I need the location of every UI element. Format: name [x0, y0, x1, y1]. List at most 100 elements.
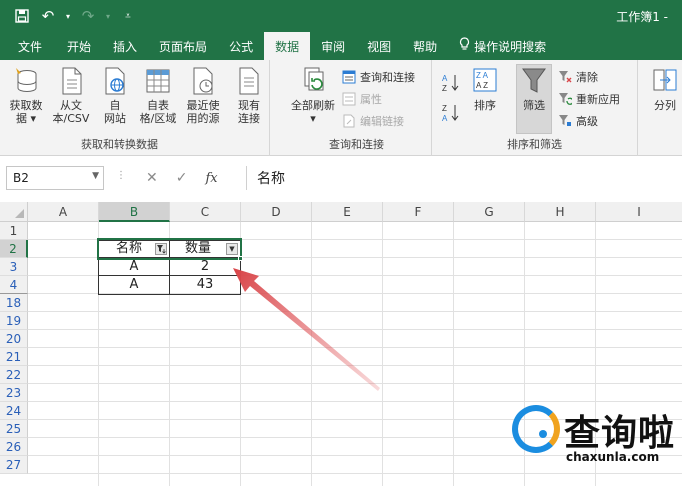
insert-function-icon[interactable]: fx: [205, 171, 217, 186]
row-header-18[interactable]: 18: [0, 294, 28, 312]
queries-icon: [342, 70, 356, 84]
clear-button[interactable]: 清除: [558, 68, 598, 86]
tab-home[interactable]: 开始: [56, 32, 102, 60]
group-label-queries: 查询和连接: [329, 138, 384, 151]
get-data-button[interactable]: 获取数 据 ▾: [6, 66, 46, 125]
svg-text:A: A: [442, 74, 448, 83]
column-header-e[interactable]: E: [312, 202, 383, 222]
column-header-i[interactable]: I: [596, 202, 682, 222]
title-bar: ↶ ▾ ↷ ▾ ⩡ 工作簿1 -: [0, 0, 682, 32]
row-header-3[interactable]: 3: [0, 258, 28, 276]
sort-za-icon: ZA: [442, 104, 459, 123]
column-header-b[interactable]: B: [99, 202, 170, 222]
text-to-columns-button[interactable]: 分列: [648, 66, 682, 112]
cancel-icon[interactable]: ✕: [146, 170, 158, 186]
ribbon-tabs: 文件 开始 插入 页面布局 公式 数据 审阅 视图 帮助 操作说明搜索: [0, 32, 682, 60]
fill-handle[interactable]: [238, 256, 243, 261]
clear-filter-icon: [559, 71, 572, 83]
group-label-get-transform: 获取和转换数据: [81, 138, 158, 151]
gridline: [453, 222, 454, 486]
column-header-f[interactable]: F: [383, 202, 454, 222]
reapply-button[interactable]: 重新应用: [558, 90, 620, 108]
tab-insert[interactable]: 插入: [102, 32, 148, 60]
table-icon: [146, 69, 170, 93]
name-box[interactable]: B2 ▼: [6, 166, 104, 190]
tab-data[interactable]: 数据: [264, 32, 311, 60]
table-cell[interactable]: A: [99, 276, 169, 294]
tab-page-layout[interactable]: 页面布局: [148, 32, 218, 60]
formula-input[interactable]: 名称: [246, 166, 682, 190]
customize-icon[interactable]: ⩡: [118, 6, 138, 26]
formula-bar-grip-icon[interactable]: ⋮: [116, 170, 126, 181]
row-header-22[interactable]: 22: [0, 366, 28, 384]
table-cell[interactable]: A: [99, 258, 169, 276]
from-web-button[interactable]: 自 网站: [98, 66, 132, 125]
column-header-h[interactable]: H: [525, 202, 596, 222]
edit-links-icon: [343, 114, 355, 128]
svg-text:A Z: A Z: [476, 81, 488, 90]
ribbon: 获取数 据 ▾ 从文 本/CSV 自 网站 自表 格/区域 最近使 用的源 现有…: [0, 60, 682, 156]
properties-button[interactable]: 属性: [342, 90, 382, 108]
from-text-csv-button[interactable]: 从文 本/CSV: [50, 66, 92, 125]
select-all-corner[interactable]: [0, 202, 28, 222]
sort-az-icon: AZ: [442, 74, 459, 93]
group-data-tools: 分列: [638, 60, 682, 156]
chevron-down-icon[interactable]: ▼: [92, 171, 99, 181]
row-header-21[interactable]: 21: [0, 348, 28, 366]
column-header-c[interactable]: C: [170, 202, 241, 222]
gridline: [28, 311, 682, 312]
save-icon[interactable]: [12, 6, 32, 26]
edit-links-button[interactable]: 编辑链接: [342, 112, 404, 130]
column-header-a[interactable]: A: [28, 202, 99, 222]
refresh-all-button[interactable]: 全部刷新 ▾: [286, 66, 340, 125]
row-header-27[interactable]: 27: [0, 456, 28, 474]
tab-file[interactable]: 文件: [4, 32, 56, 60]
sort-ascending-button[interactable]: AZ: [442, 74, 460, 93]
advanced-button[interactable]: 高级: [558, 112, 598, 130]
row-header-20[interactable]: 20: [0, 330, 28, 348]
group-get-transform: 获取数 据 ▾ 从文 本/CSV 自 网站 自表 格/区域 最近使 用的源 现有…: [0, 60, 270, 156]
watermark-url: chaxunla.com: [566, 450, 660, 464]
clock-file-icon: [193, 67, 213, 95]
row-header-24[interactable]: 24: [0, 402, 28, 420]
funnel-icon: [522, 68, 546, 93]
svg-text:Z: Z: [442, 84, 447, 93]
group-label-sort-filter: 排序和筛选: [507, 138, 562, 151]
table-cell[interactable]: 43: [170, 276, 240, 294]
recent-sources-button[interactable]: 最近使 用的源: [182, 66, 224, 125]
group-queries-connections: 全部刷新 ▾ 查询和连接 属性 编辑链接 查询和连接: [282, 60, 432, 156]
watermark-logo-dot-icon: [539, 430, 547, 438]
advanced-filter-icon: [559, 115, 571, 126]
tab-formulas[interactable]: 公式: [218, 32, 264, 60]
existing-connections-button[interactable]: 现有 连接: [232, 66, 266, 125]
row-header-19[interactable]: 19: [0, 312, 28, 330]
sort-descending-button[interactable]: ZA: [442, 104, 460, 123]
sort-button[interactable]: Z AA Z 排序: [468, 66, 502, 112]
queries-connections-button[interactable]: 查询和连接: [342, 68, 415, 86]
tab-help[interactable]: 帮助: [402, 32, 448, 60]
tab-tell-me[interactable]: 操作说明搜索: [448, 32, 557, 60]
row-header-1[interactable]: 1: [0, 222, 28, 240]
row-header-2[interactable]: 2: [0, 240, 28, 258]
gridline: [311, 222, 312, 486]
column-header-g[interactable]: G: [454, 202, 525, 222]
column-header-d[interactable]: D: [241, 202, 312, 222]
tab-review[interactable]: 审阅: [310, 32, 356, 60]
from-table-range-button[interactable]: 自表 格/区域: [136, 66, 180, 125]
gridline: [28, 365, 682, 366]
filter-button[interactable]: 筛选: [516, 66, 552, 112]
row-header-25[interactable]: 25: [0, 420, 28, 438]
watermark-text: 查询啦: [564, 413, 676, 454]
undo-dropdown-icon[interactable]: ▾: [64, 6, 72, 26]
undo-icon[interactable]: ↶: [38, 6, 58, 26]
redo-dropdown-icon[interactable]: ▾: [104, 6, 112, 26]
tab-view[interactable]: 视图: [356, 32, 402, 60]
lightbulb-icon: [459, 37, 470, 55]
row-header-23[interactable]: 23: [0, 384, 28, 402]
watermark-logo-icon: [512, 405, 560, 453]
row-header-26[interactable]: 26: [0, 438, 28, 456]
enter-check-icon[interactable]: ✓: [176, 170, 188, 186]
row-header-4[interactable]: 4: [0, 276, 28, 294]
redo-icon[interactable]: ↷: [78, 6, 98, 26]
table-cell[interactable]: 2: [170, 258, 240, 276]
